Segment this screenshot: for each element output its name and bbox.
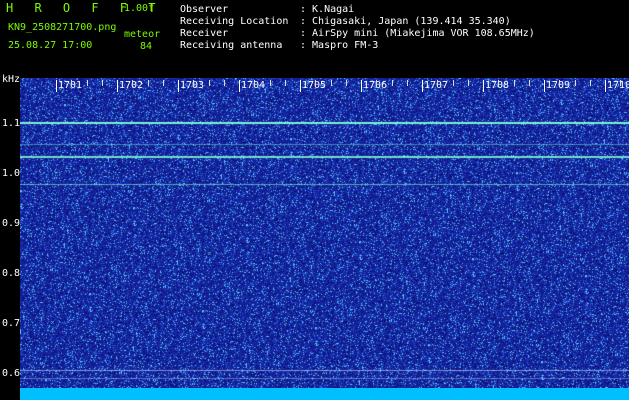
x-minor-tick <box>376 80 378 86</box>
x-minor-tick <box>513 80 515 86</box>
meteor-label: meteor <box>124 29 161 40</box>
x-minor-tick <box>254 80 256 86</box>
datetime-label: 25.08.27 17:00 <box>8 40 93 51</box>
x-tick-label: 1710 <box>607 80 629 91</box>
version-label: 1.00f <box>124 3 155 14</box>
x-tick-label: 1702 <box>119 80 144 91</box>
y-tick-label: 0.7 <box>2 318 21 329</box>
x-tick-mark <box>117 80 118 92</box>
receiver-label: Receiver <box>180 28 229 39</box>
x-tick-label: 1709 <box>546 80 571 91</box>
x-tick-mark <box>239 80 240 92</box>
x-tick-mark <box>361 80 362 92</box>
x-minor-tick <box>86 80 88 86</box>
location-label: Receiving Location <box>180 16 289 27</box>
x-minor-tick <box>345 80 347 86</box>
antenna-label: Receiving antenna <box>180 40 283 51</box>
x-minor-tick <box>315 80 317 86</box>
x-tick-label: 1706 <box>363 80 388 91</box>
spectrogram-canvas <box>20 78 629 388</box>
filename-label: KN9_2508271700.png <box>8 22 117 33</box>
x-minor-tick <box>406 80 408 86</box>
x-minor-tick <box>147 80 149 86</box>
x-tick-label: 1705 <box>302 80 327 91</box>
x-minor-tick <box>101 80 103 86</box>
header-panel: H R O F F T 1.00f KN9_2508271700.png 25.… <box>0 0 629 76</box>
x-minor-tick <box>223 80 225 86</box>
x-tick-label: 1704 <box>241 80 266 91</box>
observer-value: : K.Nagai <box>300 4 355 15</box>
x-tick-label: 1708 <box>485 80 510 91</box>
x-minor-tick <box>437 80 439 86</box>
x-tick-mark <box>605 80 606 92</box>
x-minor-tick <box>391 80 393 86</box>
x-minor-tick <box>498 80 500 86</box>
x-minor-tick <box>574 80 576 86</box>
y-tick-label: 1.0 <box>2 168 21 179</box>
meteor-count: 84 <box>140 41 153 52</box>
x-minor-tick <box>132 80 134 86</box>
x-minor-tick <box>71 80 73 86</box>
y-tick-label: 0.9 <box>2 218 21 229</box>
x-minor-tick <box>589 80 591 86</box>
x-minor-tick <box>467 80 469 86</box>
x-minor-tick <box>330 80 332 86</box>
x-minor-tick <box>269 80 271 86</box>
x-tick-mark <box>178 80 179 92</box>
y-tick-label: 0.8 <box>2 268 21 279</box>
x-minor-tick <box>620 80 622 86</box>
receiver-value: : AirSpy mini (Miakejima VOR 108.65MHz) <box>300 28 535 39</box>
x-minor-tick <box>193 80 195 86</box>
x-minor-tick <box>559 80 561 86</box>
x-tick-mark <box>483 80 484 92</box>
y-tick-label: 0.6 <box>2 368 21 379</box>
x-minor-tick <box>162 80 164 86</box>
x-tick-mark <box>300 80 301 92</box>
y-axis-unit: kHz <box>2 74 21 85</box>
x-minor-tick <box>208 80 210 86</box>
location-value: : Chigasaki, Japan (139.414 35.340) <box>300 16 511 27</box>
x-tick-mark <box>56 80 57 92</box>
x-tick-mark <box>544 80 545 92</box>
bottom-strip <box>20 388 629 400</box>
x-tick-label: 1707 <box>424 80 449 91</box>
x-tick-label: 1703 <box>180 80 205 91</box>
observer-label: Observer <box>180 4 229 15</box>
antenna-value: : Maspro FM-3 <box>300 40 379 51</box>
x-minor-tick <box>284 80 286 86</box>
y-tick-label: 1.1 <box>2 118 21 129</box>
x-minor-tick <box>528 80 530 86</box>
x-tick-mark <box>422 80 423 92</box>
x-minor-tick <box>452 80 454 86</box>
x-tick-label: 1701 <box>58 80 83 91</box>
